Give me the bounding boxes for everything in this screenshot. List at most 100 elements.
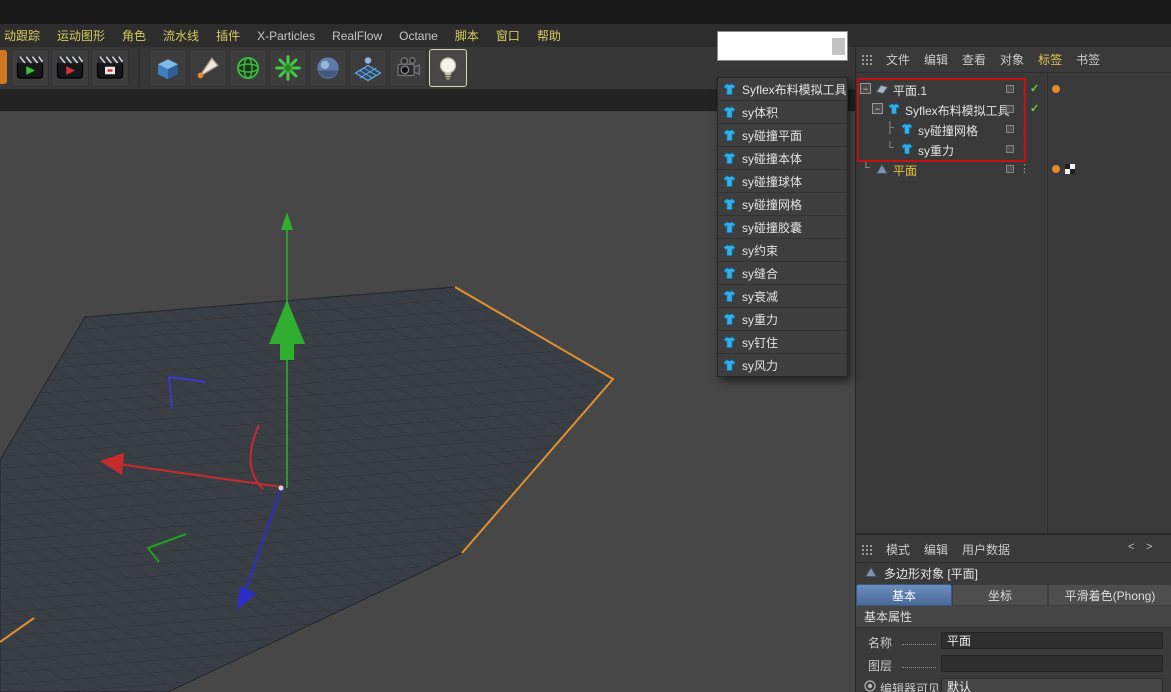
menu-plugins[interactable]: 插件 bbox=[216, 27, 240, 44]
material-tag-icon[interactable] bbox=[1052, 85, 1060, 93]
plane-mesh[interactable] bbox=[0, 286, 614, 692]
axis-y-handle-shaft[interactable] bbox=[280, 344, 294, 360]
camera-icon bbox=[397, 57, 420, 77]
visibility-toggle-icon[interactable] bbox=[1006, 85, 1014, 93]
tree-row-plane-1[interactable]: − 平面.1 ⋮ ✓ bbox=[856, 79, 1171, 99]
material-tag-icon[interactable] bbox=[1052, 165, 1060, 173]
dropdown-item[interactable]: sy碰撞胶囊 bbox=[718, 216, 847, 239]
dropdown-item[interactable]: sy约束 bbox=[718, 239, 847, 262]
sphere-button[interactable] bbox=[309, 49, 347, 87]
enable-dots-icon[interactable]: ⋮ bbox=[1019, 122, 1030, 135]
shirt-icon bbox=[722, 220, 737, 235]
menu-motion-tracker[interactable]: 动跟踪 bbox=[4, 27, 40, 44]
om-menu-edit[interactable]: 编辑 bbox=[924, 51, 948, 68]
menu-pipeline[interactable]: 流水线 bbox=[163, 27, 199, 44]
gizmo-center[interactable] bbox=[278, 485, 284, 491]
shirt-icon bbox=[722, 128, 737, 143]
menu-window[interactable]: 窗口 bbox=[496, 27, 520, 44]
tree-row-gravity[interactable]: └ sy重力 ⋮ bbox=[856, 139, 1171, 159]
enable-dots-icon[interactable]: ⋮ bbox=[1019, 82, 1030, 95]
dropdown-item[interactable]: sy重力 bbox=[718, 308, 847, 331]
dropdown-item[interactable]: sy缝合 bbox=[718, 262, 847, 285]
shirt-icon bbox=[722, 105, 737, 120]
tab-phong[interactable]: 平滑着色(Phong) bbox=[1048, 584, 1171, 606]
section-basic-properties[interactable]: 基本属性 bbox=[856, 606, 1171, 628]
dropdown-item[interactable]: Syflex布料模拟工具 bbox=[718, 78, 847, 101]
dropdown-item[interactable]: sy碰撞平面 bbox=[718, 124, 847, 147]
axis-y-arrowhead[interactable] bbox=[281, 212, 293, 230]
object-title-text: 多边形对象 [平面] bbox=[884, 567, 979, 581]
am-menu-edit[interactable]: 编辑 bbox=[924, 541, 948, 558]
history-back-icon[interactable]: < bbox=[1128, 541, 1134, 553]
menu-character[interactable]: 角色 bbox=[122, 27, 146, 44]
visibility-toggle-icon[interactable] bbox=[1006, 165, 1014, 173]
tab-basic[interactable]: 基本 bbox=[856, 584, 952, 606]
search-scroll-thumb[interactable] bbox=[832, 37, 845, 55]
history-forward-icon[interactable]: > bbox=[1146, 541, 1152, 553]
partial-tool-icon[interactable] bbox=[0, 50, 7, 84]
om-menu-tags[interactable]: 标签 bbox=[1038, 51, 1062, 68]
tree-row-collision-mesh[interactable]: ├ sy碰撞网格 ⋮ bbox=[856, 119, 1171, 139]
render-settings-button[interactable] bbox=[91, 49, 129, 87]
tab-coordinates[interactable]: 坐标 bbox=[952, 584, 1048, 606]
field-row-name: 名称 bbox=[856, 630, 1171, 652]
dropdown-item[interactable]: sy碰撞网格 bbox=[718, 193, 847, 216]
tree-row-plane[interactable]: └ 平面 ⋮ bbox=[856, 159, 1171, 179]
command-search-input[interactable] bbox=[718, 39, 832, 53]
am-menu-user-data[interactable]: 用户数据 bbox=[962, 541, 1010, 558]
om-menu-bookmarks[interactable]: 书签 bbox=[1076, 51, 1100, 68]
dropdown-item[interactable]: sy碰撞本体 bbox=[718, 147, 847, 170]
tree-row-syflex-tool[interactable]: − Syflex布料模拟工具 ⋮ ✓ bbox=[856, 99, 1171, 119]
visibility-toggle-icon[interactable] bbox=[1006, 125, 1014, 133]
tree-label[interactable]: 平面.1 bbox=[893, 82, 927, 99]
light-button[interactable] bbox=[429, 49, 467, 87]
visibility-toggle-icon[interactable] bbox=[1006, 145, 1014, 153]
tree-label[interactable]: 平面 bbox=[893, 162, 917, 179]
dropdown-item[interactable]: sy风力 bbox=[718, 354, 847, 376]
om-menu-file[interactable]: 文件 bbox=[886, 51, 910, 68]
tree-label[interactable]: sy重力 bbox=[918, 142, 954, 159]
dropdown-item-label: sy风力 bbox=[742, 358, 779, 373]
menu-realflow[interactable]: RealFlow bbox=[332, 29, 382, 43]
layer-input[interactable] bbox=[941, 655, 1163, 672]
dropdown-item-label: sy缝合 bbox=[742, 266, 779, 281]
menu-script[interactable]: 脚本 bbox=[455, 27, 479, 44]
menu-xparticles[interactable]: X-Particles bbox=[257, 29, 315, 43]
check-icon[interactable]: ✓ bbox=[1030, 82, 1039, 95]
check-icon[interactable]: ✓ bbox=[1030, 102, 1039, 115]
editor-visibility-dropdown[interactable]: 默认 bbox=[941, 678, 1163, 692]
add-cube-button[interactable] bbox=[149, 49, 187, 87]
menu-mograph[interactable]: 运动图形 bbox=[57, 27, 105, 44]
dropdown-item[interactable]: sy钉住 bbox=[718, 331, 847, 354]
enable-dots-icon[interactable]: ⋮ bbox=[1019, 162, 1030, 175]
mograph-button[interactable] bbox=[269, 49, 307, 87]
command-search-box[interactable] bbox=[717, 31, 848, 61]
menu-octane[interactable]: Octane bbox=[399, 29, 438, 43]
enable-dots-icon[interactable]: ⋮ bbox=[1019, 142, 1030, 155]
tree-label[interactable]: Syflex布料模拟工具 bbox=[905, 102, 1010, 119]
om-menu-object[interactable]: 对象 bbox=[1000, 51, 1024, 68]
visibility-toggle-icon[interactable] bbox=[1006, 105, 1014, 113]
texture-tag-icon[interactable] bbox=[1065, 164, 1075, 174]
polygon-object-icon bbox=[864, 565, 878, 579]
render-view-button[interactable] bbox=[11, 49, 49, 87]
shirt-icon bbox=[722, 358, 737, 373]
menu-help[interactable]: 帮助 bbox=[537, 27, 561, 44]
om-menu-view[interactable]: 查看 bbox=[962, 51, 986, 68]
collapse-toggle[interactable]: − bbox=[860, 83, 871, 94]
dropdown-item[interactable]: sy体积 bbox=[718, 101, 847, 124]
collapse-toggle[interactable]: − bbox=[872, 103, 883, 114]
dropdown-item[interactable]: sy碰撞球体 bbox=[718, 170, 847, 193]
render-picture-viewer-button[interactable] bbox=[51, 49, 89, 87]
field-row-editor-visibility: 编辑器可见 默认 bbox=[856, 676, 1171, 692]
pen-tool-button[interactable] bbox=[189, 49, 227, 87]
app-window: 动跟踪 运动图形 角色 流水线 插件 X-Particles RealFlow … bbox=[0, 0, 1171, 692]
dropdown-item[interactable]: sy衰减 bbox=[718, 285, 847, 308]
floor-button[interactable] bbox=[349, 49, 387, 87]
tree-label[interactable]: sy碰撞网格 bbox=[918, 122, 978, 139]
am-menu-mode[interactable]: 模式 bbox=[886, 541, 910, 558]
camera-button[interactable] bbox=[389, 49, 427, 87]
subdivision-surface-button[interactable] bbox=[229, 49, 267, 87]
enable-dots-icon[interactable]: ⋮ bbox=[1019, 102, 1030, 115]
name-input[interactable] bbox=[941, 632, 1163, 649]
